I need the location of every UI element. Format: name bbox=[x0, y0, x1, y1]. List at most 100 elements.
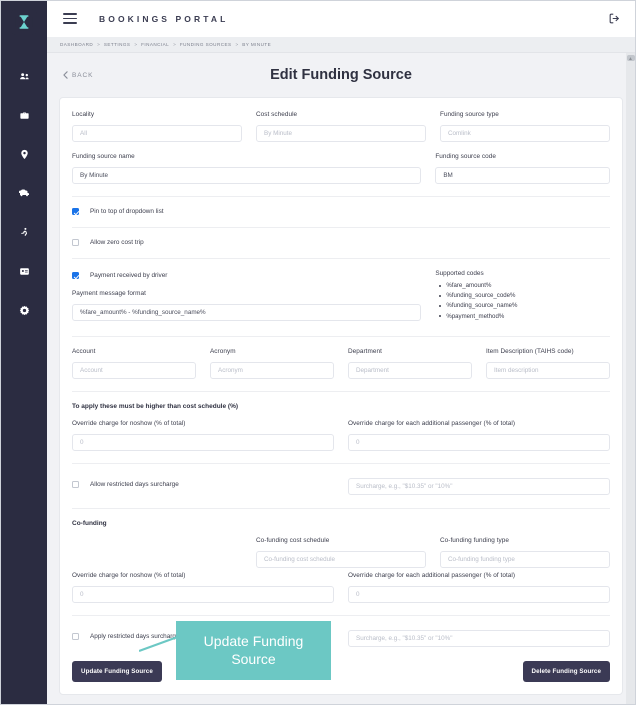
hamburger-icon[interactable] bbox=[63, 13, 77, 24]
checkbox-row-pin-to-top[interactable]: Pin to top of dropdown list bbox=[72, 208, 610, 215]
field-group-account: Account bbox=[72, 348, 196, 379]
funding-source-code-input[interactable] bbox=[435, 167, 610, 184]
breadcrumb-item-by-minute[interactable]: BY MINUTE bbox=[242, 42, 271, 47]
scroll-up-arrow-icon[interactable]: ▲ bbox=[627, 56, 634, 62]
sidebar-item-users[interactable] bbox=[9, 61, 39, 91]
sidebar-item-drivers[interactable] bbox=[9, 217, 39, 247]
override-noshow-input[interactable] bbox=[72, 433, 334, 451]
payment-received-label: Payment received by driver bbox=[90, 272, 168, 279]
briefcase-icon bbox=[19, 112, 29, 119]
form-row-identity: Locality Cost schedule Funding source ty… bbox=[72, 111, 610, 142]
list-item: %fare_amount% bbox=[439, 282, 610, 289]
cofunding-spacer bbox=[72, 537, 242, 568]
cofunding-override-additional-input[interactable] bbox=[348, 585, 610, 603]
acronym-input[interactable] bbox=[210, 361, 334, 379]
breadcrumb-separator: > bbox=[235, 42, 239, 47]
field-group-surcharge-2 bbox=[348, 627, 610, 647]
breadcrumb-item-financial[interactable]: FINANCIAL bbox=[141, 42, 169, 47]
apply-restricted-days-checkbox[interactable] bbox=[72, 633, 79, 641]
vertical-scrollbar[interactable] bbox=[626, 53, 635, 704]
locality-input[interactable] bbox=[72, 125, 242, 142]
sidebar-item-settings[interactable] bbox=[9, 295, 39, 325]
primary-sidebar bbox=[1, 1, 47, 704]
acronym-label: Acronym bbox=[210, 347, 236, 355]
breadcrumb-separator: > bbox=[173, 42, 176, 47]
list-item: %funding_source_name% bbox=[439, 302, 610, 309]
override-additional-input[interactable] bbox=[348, 433, 610, 451]
checkbox-row-allow-zero-cost[interactable]: Allow zero cost trip bbox=[72, 239, 610, 246]
cofunding-funding-type-input[interactable] bbox=[440, 550, 610, 568]
cofunding-cost-schedule-input[interactable] bbox=[256, 550, 426, 568]
item-description-input[interactable] bbox=[486, 361, 610, 379]
app-logo[interactable] bbox=[11, 9, 37, 35]
form-row-account: Account Acronym Department Item Descript… bbox=[72, 348, 610, 379]
update-funding-source-button[interactable]: Update Funding Source bbox=[72, 660, 162, 682]
supported-codes-block: Supported codes %fare_amount% %funding_s… bbox=[435, 270, 610, 323]
locality-label: Locality bbox=[72, 111, 95, 118]
surcharge-1-input[interactable] bbox=[348, 477, 610, 495]
checkbox-row-payment-received[interactable]: Payment received by driver bbox=[72, 272, 421, 279]
payment-left-column: Payment received by driver Payment messa… bbox=[72, 270, 422, 323]
field-group-cofunding-override-noshow: Override charge for noshow (% of total) bbox=[72, 572, 334, 603]
field-group-cofunding-override-additional: Override charge for each additional pass… bbox=[348, 572, 610, 603]
funding-source-form-card: Locality Cost schedule Funding source ty… bbox=[59, 97, 623, 695]
funding-source-code-label: Funding source code bbox=[435, 153, 496, 160]
users-icon bbox=[19, 72, 29, 79]
divider bbox=[72, 227, 610, 228]
logout-button[interactable] bbox=[608, 12, 621, 25]
application-window: BOOKINGS PORTAL DASHBOARD > SETTINGS > F… bbox=[0, 0, 636, 705]
allow-restricted-days-checkbox[interactable] bbox=[72, 481, 79, 489]
sidebar-item-vehicles[interactable] bbox=[9, 178, 39, 208]
divider bbox=[72, 335, 610, 337]
account-input[interactable] bbox=[72, 361, 196, 379]
form-row-payment: Payment received by driver Payment messa… bbox=[72, 270, 610, 323]
id-card-icon bbox=[19, 267, 29, 275]
breadcrumb-item-settings[interactable]: SETTINGS bbox=[104, 42, 131, 47]
sidebar-item-locations[interactable] bbox=[9, 139, 39, 169]
cofunding-override-noshow-label: Override charge for noshow (% of total) bbox=[72, 571, 186, 579]
apply-note: To apply these must be higher than cost … bbox=[72, 402, 239, 410]
payment-message-format-input[interactable] bbox=[72, 304, 422, 321]
cofunding-title: Co-funding bbox=[72, 519, 107, 527]
item-description-label: Item Description (TAIHS code) bbox=[486, 347, 574, 355]
supported-codes-title: Supported codes bbox=[435, 270, 484, 277]
funding-source-name-input[interactable] bbox=[72, 167, 422, 184]
field-group-cofunding-funding-type: Co-funding funding type bbox=[440, 537, 610, 568]
sidebar-item-bookings[interactable] bbox=[9, 100, 39, 130]
annotation-callout: Update Funding Source bbox=[176, 621, 331, 680]
logout-icon bbox=[609, 13, 619, 24]
payment-received-checkbox[interactable] bbox=[72, 272, 79, 279]
cost-schedule-label: Cost schedule bbox=[256, 111, 298, 118]
list-item: %payment_method% bbox=[439, 313, 610, 320]
cofunding-override-noshow-input[interactable] bbox=[72, 585, 334, 603]
divider bbox=[72, 507, 610, 509]
checkbox-row-allow-restricted-days[interactable]: Allow restricted days surcharge bbox=[72, 481, 334, 489]
top-bar: BOOKINGS PORTAL bbox=[47, 1, 635, 37]
field-group-funding-source-code: Funding source code bbox=[435, 153, 610, 184]
divider bbox=[72, 258, 610, 259]
breadcrumb-separator: > bbox=[134, 42, 138, 47]
breadcrumb-item-funding-sources[interactable]: FUNDING SOURCES bbox=[180, 42, 232, 47]
field-group-override-additional: Override charge for each additional pass… bbox=[348, 420, 610, 451]
surcharge-2-input[interactable] bbox=[348, 629, 610, 647]
cofunding-override-additional-label: Override charge for each additional pass… bbox=[348, 571, 516, 579]
divider bbox=[72, 390, 610, 392]
funding-source-type-input[interactable] bbox=[440, 125, 610, 142]
department-input[interactable] bbox=[348, 361, 472, 379]
annotation-callout-text: Update Funding Source bbox=[203, 633, 304, 667]
gear-icon bbox=[19, 305, 29, 315]
allow-zero-cost-label: Allow zero cost trip bbox=[90, 239, 144, 246]
breadcrumb-item-dashboard[interactable]: DASHBOARD bbox=[60, 42, 93, 47]
portal-title: BOOKINGS PORTAL bbox=[99, 13, 229, 24]
form-row-name-code: Funding source name Funding source code bbox=[72, 153, 610, 184]
field-group-funding-source-type: Funding source type bbox=[440, 111, 610, 142]
allow-zero-cost-checkbox[interactable] bbox=[72, 239, 79, 246]
main-region: BOOKINGS PORTAL DASHBOARD > SETTINGS > F… bbox=[47, 1, 635, 704]
delete-funding-source-button[interactable]: Delete Funding Source bbox=[522, 660, 610, 682]
location-pin-icon bbox=[20, 149, 28, 159]
pin-to-top-checkbox[interactable] bbox=[72, 208, 79, 215]
cost-schedule-input[interactable] bbox=[256, 125, 426, 142]
sidebar-item-accounts[interactable] bbox=[9, 256, 39, 286]
form-actions: Update Funding Source Delete Funding Sou… bbox=[72, 660, 610, 682]
department-label: Department bbox=[348, 347, 382, 355]
